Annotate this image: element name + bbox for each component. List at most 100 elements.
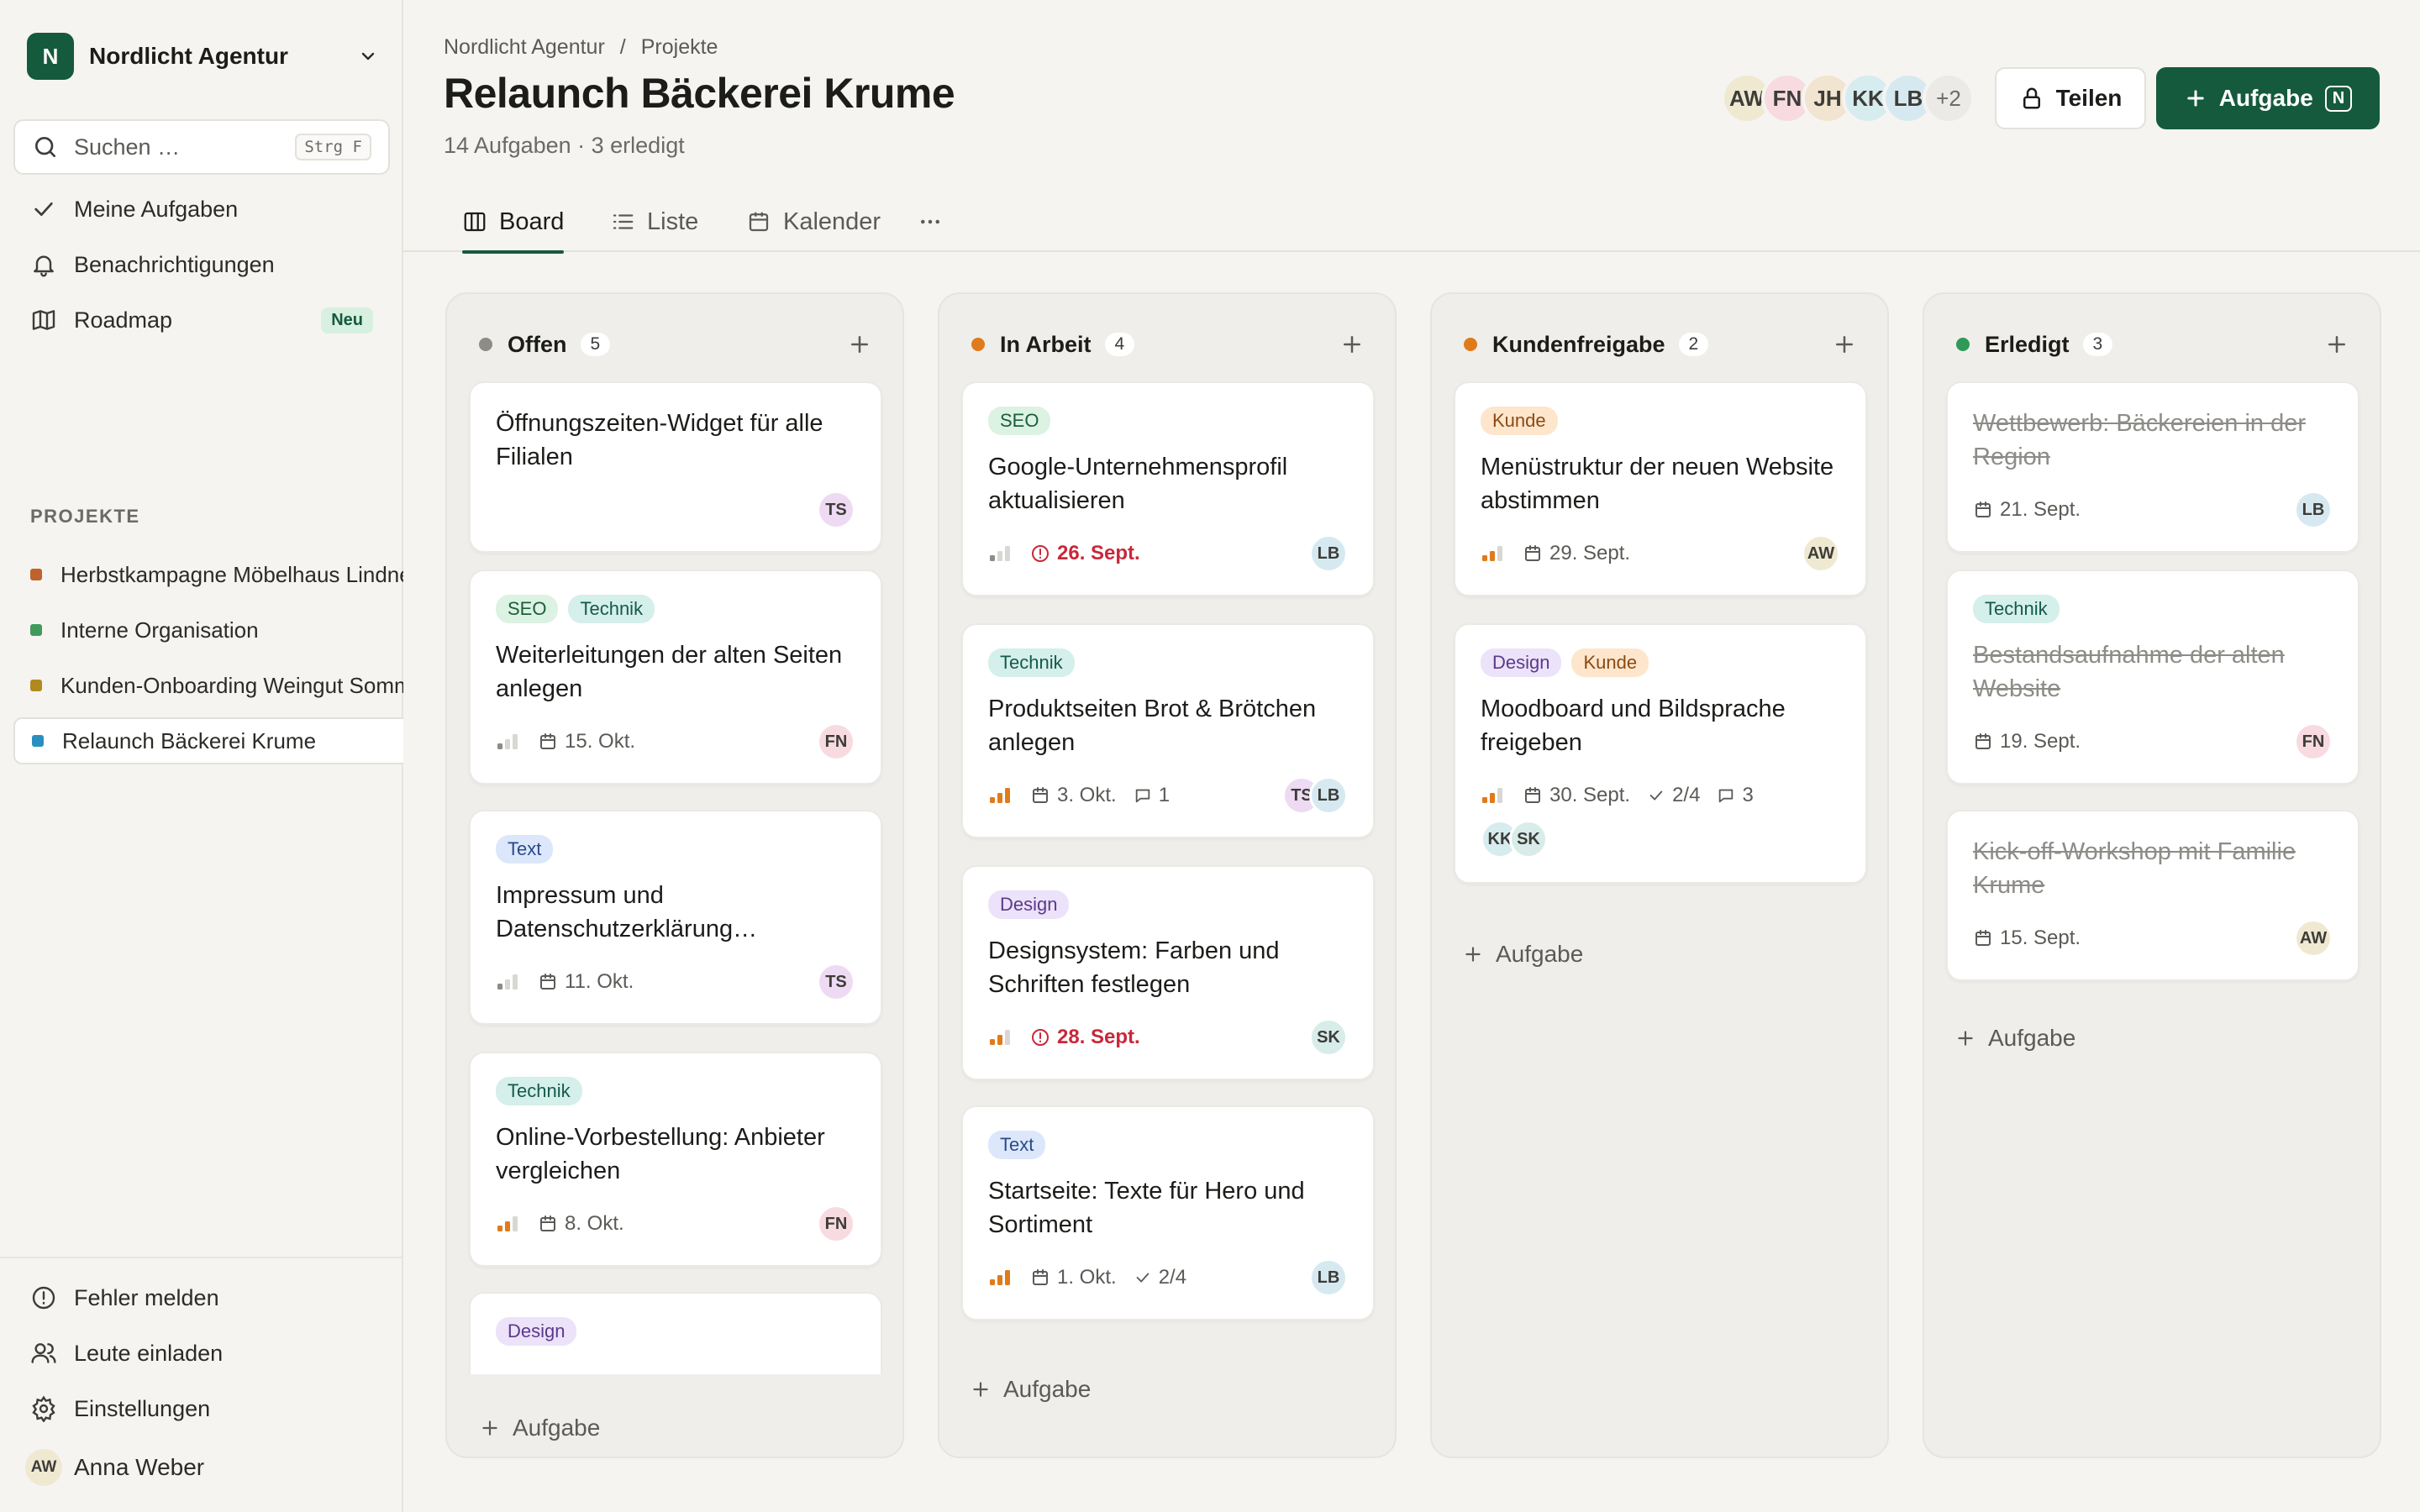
nav-settings[interactable]: Einstellungen bbox=[13, 1386, 390, 1431]
nav-roadmap[interactable]: Roadmap Neu bbox=[13, 297, 390, 343]
project-item[interactable]: Interne Organisation bbox=[13, 606, 403, 654]
task-card[interactable]: Technik Produktseiten Brot & Brötchen anl… bbox=[961, 623, 1375, 838]
avatar: SK bbox=[1309, 1018, 1348, 1057]
task-card[interactable]: Design Kunde Moodboard und Bildsprache fre… bbox=[1454, 623, 1867, 884]
task-card[interactable]: SEO Technik Weiterleitungen der alten Seit… bbox=[469, 570, 882, 785]
task-card[interactable]: Technik Online-Vorbestellung: Anbieter ve… bbox=[469, 1052, 882, 1267]
tag-design: Design bbox=[1481, 648, 1562, 677]
card-meta: 21. Sept. LB bbox=[1973, 491, 2333, 529]
task-card[interactable]: Text Startseite: Texte für Hero und Sorti… bbox=[961, 1105, 1375, 1320]
breadcrumb-workspace[interactable]: Nordlicht Agentur bbox=[444, 35, 605, 60]
card-tags: Kunde bbox=[1481, 407, 1840, 435]
calendar-icon bbox=[538, 732, 558, 752]
due-date-text: 8. Okt. bbox=[565, 1212, 624, 1235]
more-views-button[interactable] bbox=[918, 192, 943, 252]
card-meta: 19. Sept. FN bbox=[1973, 722, 2333, 761]
sidebar: N Nordlicht Agentur Suchen … Strg F Mein… bbox=[0, 0, 403, 1512]
board-column: Erledigt 3 Wettbewerb: Bäckereien in der R… bbox=[1923, 292, 2381, 1458]
due-date: 15. Sept. bbox=[1973, 927, 2081, 950]
card-tags: Text bbox=[496, 835, 855, 864]
checklist-text: 2/4 bbox=[1158, 1266, 1187, 1289]
card-title: Produktseiten Brot & Brötchen anlegen bbox=[988, 696, 1317, 756]
avatar: TS bbox=[817, 491, 855, 529]
card-tags: Design bbox=[496, 1317, 855, 1346]
due-date: 28. Sept. bbox=[1030, 1026, 1140, 1049]
column-count: 5 bbox=[580, 333, 611, 356]
task-card[interactable]: Öffnungszeiten-Widget für alle Filialen T… bbox=[469, 381, 882, 553]
search-placeholder: Suchen … bbox=[74, 134, 181, 160]
card-tags: Design bbox=[988, 890, 1348, 919]
user-menu[interactable]: AW Anna Weber bbox=[13, 1445, 390, 1490]
status-dot bbox=[1464, 338, 1477, 351]
add-task-link[interactable]: Aufgabe bbox=[479, 1415, 600, 1441]
project-item[interactable]: Herbstkampagne Möbelhaus Lindner bbox=[13, 551, 403, 598]
tag-seo: SEO bbox=[496, 595, 559, 623]
tab-board[interactable]: Board bbox=[462, 192, 565, 254]
due-date-text: 26. Sept. bbox=[1057, 542, 1140, 564]
tag-design: Design bbox=[496, 1317, 577, 1346]
comment-icon bbox=[1134, 786, 1152, 805]
card-tags: Text bbox=[988, 1131, 1348, 1159]
due-date: 11. Okt. bbox=[538, 970, 634, 994]
column-header: In Arbeit 4 bbox=[971, 328, 1365, 361]
due-date-text: 21. Sept. bbox=[2000, 498, 2081, 521]
task-card[interactable]: Wettbewerb: Bäckereien in der Region 21. … bbox=[1946, 381, 2360, 553]
nav-notifications[interactable]: Benachrichtigungen bbox=[13, 242, 390, 287]
comment-count: 3 bbox=[1717, 784, 1754, 807]
task-card[interactable]: SEO Google-Unternehmensprofil aktualisier… bbox=[961, 381, 1375, 596]
add-task-link[interactable]: Aufgabe bbox=[1954, 1025, 2075, 1052]
task-card[interactable]: Kick-off-Workshop mit Familie Krume 15. S… bbox=[1946, 810, 2360, 981]
add-task-button[interactable]: Aufgabe N bbox=[2156, 67, 2380, 129]
card-assignees: TS bbox=[817, 491, 855, 529]
add-card-plus-icon[interactable] bbox=[2324, 332, 2349, 357]
avatar: LB bbox=[1309, 1258, 1348, 1297]
member-avatars[interactable]: AW FN JH KK LB +2 bbox=[1721, 72, 1975, 126]
user-name: Anna Weber bbox=[74, 1454, 205, 1480]
add-task-link[interactable]: Aufgabe bbox=[1462, 941, 1583, 968]
avatar: FN bbox=[817, 722, 855, 761]
nav-report-bug[interactable]: Fehler melden bbox=[13, 1275, 390, 1320]
column-title: Erledigt bbox=[1985, 331, 2070, 357]
share-button[interactable]: Teilen bbox=[1995, 67, 2146, 129]
project-color-dot bbox=[30, 680, 42, 691]
nav-invite[interactable]: Leute einladen bbox=[13, 1331, 390, 1376]
column-title: Kundenfreigabe bbox=[1492, 331, 1665, 357]
column-header: Erledigt 3 bbox=[1956, 328, 2349, 361]
share-label: Teilen bbox=[2055, 85, 2123, 111]
avatar: LB bbox=[1309, 776, 1348, 815]
due-date-text: 15. Sept. bbox=[2000, 927, 2081, 949]
task-card[interactable]: Kunde Menüstruktur der neuen Website abst… bbox=[1454, 381, 1867, 596]
map-icon bbox=[32, 310, 55, 330]
priority-icon bbox=[988, 1026, 1013, 1048]
card-title: Öffnungszeiten-Widget für alle Filialen bbox=[496, 410, 823, 470]
workspace-logo: N bbox=[27, 33, 74, 80]
add-card-plus-icon[interactable] bbox=[847, 332, 872, 357]
calendar-icon bbox=[1973, 500, 1993, 520]
column-title: In Arbeit bbox=[1000, 331, 1092, 357]
tab-list[interactable]: Liste bbox=[610, 192, 698, 252]
add-task-label: Aufgabe bbox=[1988, 1025, 2076, 1051]
add-card-plus-icon[interactable] bbox=[1832, 332, 1857, 357]
task-card[interactable]: Text Impressum und Datenschutzerklärung… 1… bbox=[469, 810, 882, 1025]
project-color-dot bbox=[30, 624, 42, 636]
task-card[interactable]: Design bbox=[469, 1292, 882, 1374]
column-count: 4 bbox=[1104, 333, 1135, 356]
breadcrumb-projects[interactable]: Projekte bbox=[641, 35, 718, 60]
tag-kunde: Kunde bbox=[1481, 407, 1558, 435]
due-date-text: 1. Okt. bbox=[1057, 1266, 1117, 1289]
card-meta: 26. Sept. LB bbox=[988, 534, 1348, 573]
card-meta: 30. Sept. 2/4 3 bbox=[1481, 778, 1840, 813]
add-card-plus-icon[interactable] bbox=[1339, 332, 1365, 357]
workspace-switcher[interactable]: N Nordlicht Agentur bbox=[27, 32, 378, 81]
add-task-link[interactable]: Aufgabe bbox=[970, 1376, 1091, 1403]
project-item[interactable]: Kunden-Onboarding Weingut Sommer bbox=[13, 662, 403, 709]
projects-heading: PROJEKTE bbox=[30, 506, 140, 527]
task-card[interactable]: Technik Bestandsaufnahme der alten Websit… bbox=[1946, 570, 2360, 785]
tag-seo: SEO bbox=[988, 407, 1051, 435]
checklist-text: 2/4 bbox=[1672, 784, 1701, 806]
project-item[interactable]: Relaunch Bäckerei Krume bbox=[13, 717, 403, 764]
nav-my-tasks[interactable]: Meine Aufgaben bbox=[13, 186, 390, 232]
task-card[interactable]: Design Designsystem: Farben und Schriften… bbox=[961, 865, 1375, 1080]
search-input[interactable]: Suchen … Strg F bbox=[13, 119, 390, 175]
tab-calendar[interactable]: Kalender bbox=[746, 192, 881, 252]
